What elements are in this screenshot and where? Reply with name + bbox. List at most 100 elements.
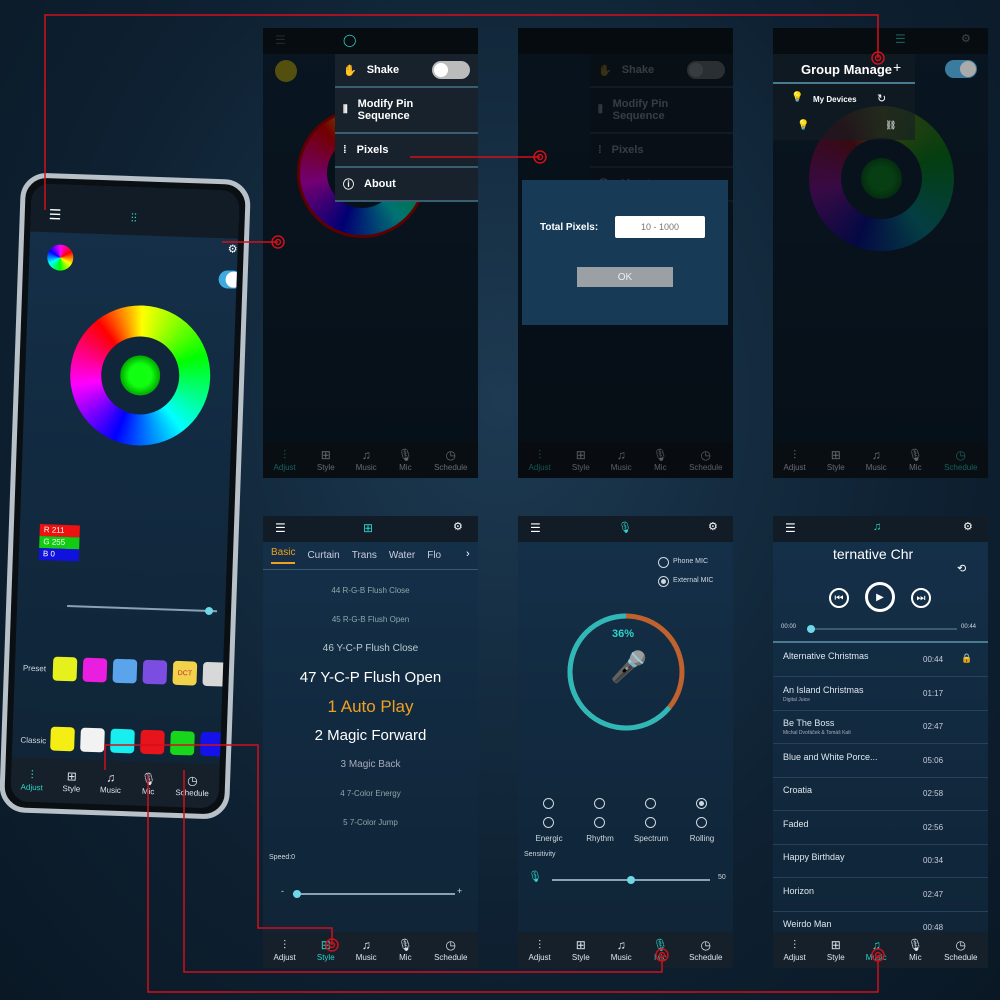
classic-swatch[interactable] <box>110 728 135 754</box>
menu-icon[interactable]: ☰ <box>275 521 286 535</box>
preset-swatch[interactable] <box>142 659 168 685</box>
tab-mic[interactable]: 🎙Mic <box>908 939 923 962</box>
style-item[interactable]: 5 7-Color Jump <box>263 808 478 837</box>
mode-radio[interactable] <box>696 817 707 828</box>
total-pixels-input[interactable] <box>615 216 705 238</box>
style-item[interactable]: 47 Y-C-P Flush Open <box>263 663 478 692</box>
preset-swatch[interactable]: DCT <box>172 660 198 686</box>
menu-item-modify[interactable]: ⫴ Modify Pin Sequence <box>335 88 478 134</box>
classic-swatch[interactable] <box>80 727 105 753</box>
style-item[interactable]: 44 R-G-B Flush Close <box>263 576 478 605</box>
menu-icon[interactable]: ☰ <box>530 521 541 535</box>
color-wheel[interactable] <box>67 303 213 448</box>
tab-schedule[interactable]: ◷Schedule <box>944 939 977 962</box>
tab-mic[interactable]: 🎙Mic <box>653 939 668 962</box>
speed-knob[interactable] <box>293 890 301 898</box>
tab-adjust[interactable]: ⫶Adjust <box>784 939 806 962</box>
brightness-knob[interactable] <box>204 606 213 616</box>
big-microphone-icon[interactable]: 🎤 <box>610 650 647 685</box>
style-tab-flo[interactable]: Flo <box>427 550 441 561</box>
tab-style[interactable]: ⊞Style <box>62 769 81 793</box>
song-row[interactable]: Happy Birthday 00:34 <box>773 844 988 878</box>
progress-slider[interactable] <box>807 625 957 633</box>
song-row[interactable]: Blue and White Porce... 05:06 <box>773 744 988 778</box>
style-tab-basic[interactable]: Basic <box>271 547 296 564</box>
menu-icon[interactable]: ☰ <box>48 206 62 223</box>
mic-source-radio[interactable] <box>658 576 669 587</box>
menu-item-shake[interactable]: ✋ Shake <box>335 54 478 88</box>
repeat-icon[interactable]: ⟲ <box>957 562 966 575</box>
mode-radio[interactable] <box>594 817 605 828</box>
song-row[interactable]: Alternative Christmas 00:44 🔒 <box>773 643 988 677</box>
style-item[interactable]: 2 Magic Forward <box>263 721 478 750</box>
color-picker-icon[interactable] <box>46 244 74 272</box>
song-row[interactable]: An Island Christmas Digital Juice 01:17 <box>773 677 988 711</box>
sensitivity-knob[interactable] <box>627 876 635 884</box>
tab-schedule[interactable]: ◷Schedule <box>689 939 722 962</box>
sensitivity-slider[interactable] <box>552 876 710 884</box>
tab-music[interactable]: ♫Music <box>100 770 122 795</box>
preset-swatch[interactable] <box>112 658 138 684</box>
menu-item-pixels[interactable]: ⁞ Pixels <box>335 134 478 168</box>
song-row[interactable]: Croatia 02:58 <box>773 777 988 811</box>
previous-button[interactable]: ⏮ <box>829 588 849 608</box>
classic-swatch[interactable] <box>199 731 225 757</box>
tab-schedule[interactable]: ◷Schedule <box>434 939 467 962</box>
classic-swatch[interactable] <box>50 726 75 752</box>
ok-button[interactable]: OK <box>577 267 673 287</box>
next-button[interactable]: ⏭ <box>911 588 931 608</box>
speed-minus[interactable]: - <box>281 886 284 896</box>
tab-adjust[interactable]: ⫶Adjust <box>20 767 43 791</box>
preset-swatch[interactable] <box>202 661 228 687</box>
tab-music[interactable]: ♫Music <box>611 939 632 962</box>
settings-icon[interactable]: ⚙ <box>708 520 718 533</box>
preset-swatch[interactable] <box>82 657 108 683</box>
style-item[interactable]: 3 Magic Back <box>263 750 478 779</box>
speed-slider[interactable] <box>293 890 455 898</box>
tab-mic[interactable]: 🎙Mic <box>398 939 413 962</box>
speed-plus[interactable]: + <box>457 886 462 896</box>
mode-radio[interactable] <box>645 798 656 809</box>
classic-swatch[interactable] <box>140 729 165 755</box>
mode-radio[interactable] <box>543 798 554 809</box>
add-group-button[interactable]: + <box>893 59 901 75</box>
song-row[interactable]: Be The Boss Michal Dvořáček & Tomáš Kalt 0… <box>773 710 988 744</box>
link-icon[interactable]: ⛓ <box>885 120 896 131</box>
preset-swatch[interactable] <box>52 656 78 682</box>
mode-radio[interactable] <box>594 798 605 809</box>
tab-adjust[interactable]: ⫶Adjust <box>529 939 551 962</box>
refresh-icon[interactable]: ↻ <box>877 92 886 105</box>
style-item[interactable]: 1 Auto Play <box>263 692 478 721</box>
tab-music[interactable]: ♫Music <box>356 939 377 962</box>
style-tab-curtain[interactable]: Curtain <box>307 550 339 561</box>
style-item[interactable]: 45 R-G-B Flush Open <box>263 605 478 634</box>
mode-radio[interactable] <box>645 817 656 828</box>
mode-radio[interactable] <box>696 798 707 809</box>
shake-toggle[interactable] <box>432 61 470 79</box>
menu-item-about[interactable]: ⓘ About <box>335 168 478 202</box>
power-toggle[interactable] <box>218 270 240 289</box>
power-toggle[interactable] <box>945 60 977 78</box>
progress-knob[interactable] <box>807 625 815 633</box>
tab-adjust[interactable]: ⫶Adjust <box>274 939 296 962</box>
tab-style[interactable]: ⊞Style <box>317 939 335 962</box>
menu-icon[interactable]: ☰ <box>785 521 796 535</box>
settings-icon[interactable]: ⚙ <box>963 520 973 533</box>
tab-music[interactable]: ♫Music <box>866 939 887 962</box>
tab-mic[interactable]: 🎙Mic <box>140 771 157 796</box>
classic-swatch[interactable] <box>169 730 195 756</box>
tab-style[interactable]: ⊞Style <box>827 939 845 962</box>
lock-icon[interactable]: 🔒 <box>961 653 972 664</box>
play-button[interactable]: ▶ <box>865 582 895 612</box>
style-item[interactable]: 46 Y-C-P Flush Close <box>263 634 478 663</box>
tabs-next-icon[interactable]: › <box>466 548 470 560</box>
settings-icon[interactable]: ⚙ <box>227 242 237 255</box>
style-tab-trans[interactable]: Trans <box>352 550 377 561</box>
tab-style[interactable]: ⊞Style <box>572 939 590 962</box>
brightness-slider[interactable] <box>67 605 218 616</box>
song-row[interactable]: Horizon 02:47 <box>773 878 988 912</box>
mic-source-radio[interactable] <box>658 557 669 568</box>
settings-icon[interactable]: ⚙ <box>453 520 463 533</box>
song-row[interactable]: Faded 02:56 <box>773 811 988 845</box>
mode-radio[interactable] <box>543 817 554 828</box>
